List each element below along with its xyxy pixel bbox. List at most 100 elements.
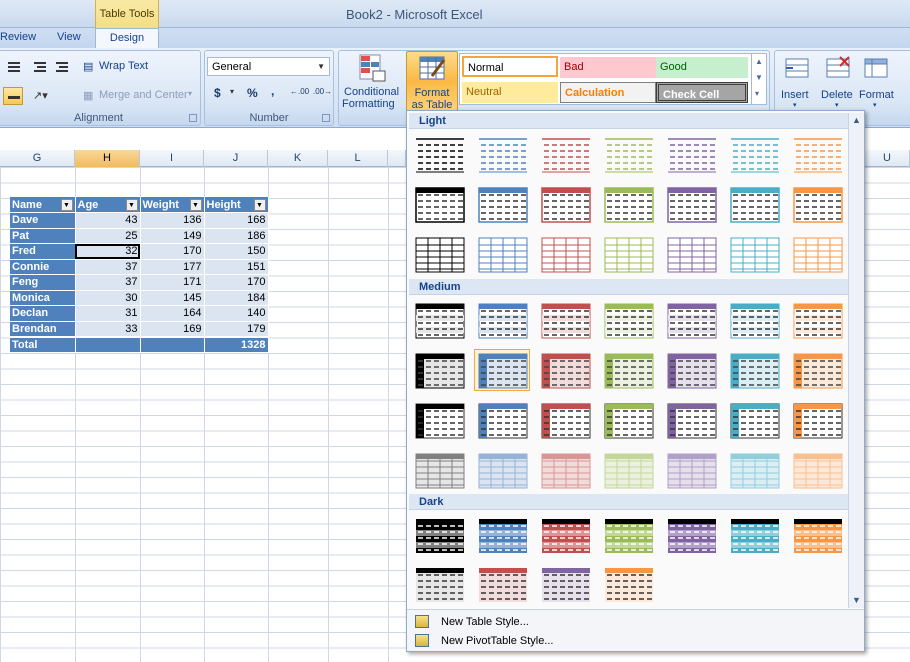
table-style-m4-3[interactable] [537,449,593,491]
table-style-l1-3[interactable] [537,133,593,175]
table-style-m2-3[interactable] [537,349,593,391]
table-style-l3-5[interactable] [663,233,719,275]
cell-style-neutral[interactable]: Neutral [462,82,558,103]
cell-style-good[interactable]: Good [656,57,748,78]
table-style-d2-3[interactable] [537,563,593,605]
cell-name[interactable]: Fred [10,243,76,260]
cell-weight[interactable]: 170 [140,243,205,260]
format-as-table-button[interactable]: Format as Table [406,51,458,111]
decrease-decimal-button[interactable]: .00→ [310,83,332,101]
table-style-m1-7[interactable] [789,299,845,341]
table-style-m3-2[interactable] [474,399,530,441]
table-style-l1-7[interactable] [789,133,845,175]
cell-height[interactable]: 184 [204,290,269,306]
total-label[interactable]: Total [10,335,76,353]
table-style-l2-6[interactable] [726,183,782,225]
table-style-l2-4[interactable] [600,183,656,225]
table-style-m4-2[interactable] [474,449,530,491]
table-style-d1-7[interactable] [789,514,845,556]
tab-review[interactable]: Review [0,31,36,43]
cell-height[interactable]: 151 [204,259,269,275]
cell-weight[interactable]: 149 [140,228,205,244]
cell-weight[interactable]: 171 [140,274,205,291]
cell-height[interactable]: 179 [204,321,269,337]
cell-age[interactable]: 43 [75,212,141,229]
cell-age[interactable]: 37 [75,259,141,275]
header-weight[interactable]: Weight ▼ [140,197,205,213]
currency-button[interactable]: $ ▾ [209,83,243,101]
table-style-d1-3[interactable] [537,514,593,556]
table-style-l1-4[interactable] [600,133,656,175]
new-table-style-item[interactable]: New Table Style... [411,613,851,632]
table-style-m1-3[interactable] [537,299,593,341]
table-style-m1-6[interactable] [726,299,782,341]
table-style-m2-1[interactable] [411,349,467,391]
cell-height[interactable]: 140 [204,305,269,322]
cell-weight[interactable]: 164 [140,305,205,322]
active-cell[interactable]: 32 [75,243,141,260]
table-style-l1-2[interactable] [474,133,530,175]
alignment-launcher-icon[interactable] [189,114,197,122]
table-style-d2-4[interactable] [600,563,656,605]
table-style-m3-3[interactable] [537,399,593,441]
table-style-l2-1[interactable] [411,183,467,225]
table-style-d2-2[interactable] [474,563,530,605]
table-style-m3-4[interactable] [600,399,656,441]
cell-styles-scroll[interactable]: ▲ ▼ ▾ [751,53,767,105]
total-empty[interactable] [140,335,205,353]
delete-button[interactable]: Delete ▾ [819,51,859,109]
filter-dropdown-icon[interactable]: ▼ [60,199,73,211]
cell-style-check-cell[interactable]: Check Cell [656,82,748,103]
merge-dropdown-icon[interactable]: ▾ [188,89,192,98]
cell-name[interactable]: Monica [10,290,76,306]
cell-age[interactable]: 37 [75,274,141,291]
column-header-g[interactable]: G [0,150,75,167]
cell-name[interactable]: Declan [10,305,76,322]
cell-weight[interactable]: 145 [140,290,205,306]
cell-weight[interactable]: 177 [140,259,205,275]
gallery-more-icon[interactable]: ▾ [755,89,759,98]
number-launcher-icon[interactable] [322,114,330,122]
filter-dropdown-icon[interactable]: ▼ [125,199,138,211]
table-style-d1-6[interactable] [726,514,782,556]
table-style-l2-7[interactable] [789,183,845,225]
table-style-m1-1[interactable] [411,299,467,341]
cell-height[interactable]: 186 [204,228,269,244]
cell-age[interactable]: 25 [75,228,141,244]
table-style-l2-3[interactable] [537,183,593,225]
table-style-l2-5[interactable] [663,183,719,225]
table-style-m4-1[interactable] [411,449,467,491]
cell-age[interactable]: 31 [75,305,141,322]
cell-height[interactable]: 150 [204,243,269,260]
table-style-m1-5[interactable] [663,299,719,341]
cell-height[interactable]: 168 [204,212,269,229]
table-style-l2-2[interactable] [474,183,530,225]
cell-height[interactable]: 170 [204,274,269,291]
table-style-d2-1[interactable] [411,563,467,605]
scroll-down-icon[interactable]: ▼ [852,595,861,605]
align-right-button[interactable] [3,57,23,75]
header-height[interactable]: Height ▼ [204,197,269,213]
filter-dropdown-icon[interactable]: ▼ [253,199,266,211]
table-style-d1-5[interactable] [663,514,719,556]
column-header-h[interactable]: H [75,150,140,167]
table-style-m2-5[interactable] [663,349,719,391]
filter-dropdown-icon[interactable]: ▼ [189,199,202,211]
total-value[interactable]: 1328 [204,335,269,353]
total-empty[interactable] [75,335,141,353]
column-header-i[interactable]: I [140,150,204,167]
number-format-select[interactable]: General ▼ [207,57,330,76]
table-style-m1-2[interactable] [474,299,530,341]
percent-button[interactable]: % [247,86,258,100]
merge-center-button[interactable]: Merge and Center [99,89,188,101]
table-style-m4-5[interactable] [663,449,719,491]
scroll-up-icon[interactable]: ▲ [852,115,861,125]
fill-color-button[interactable] [3,87,23,105]
cell-weight[interactable]: 136 [140,212,205,229]
gallery-down-icon[interactable]: ▼ [755,73,763,82]
table-style-l3-6[interactable] [726,233,782,275]
dropdown-scrollbar[interactable]: ▲ ▼ [848,113,864,608]
header-age[interactable]: Age ▼ [75,197,141,213]
cell-weight[interactable]: 169 [140,321,205,337]
table-style-m3-7[interactable] [789,399,845,441]
